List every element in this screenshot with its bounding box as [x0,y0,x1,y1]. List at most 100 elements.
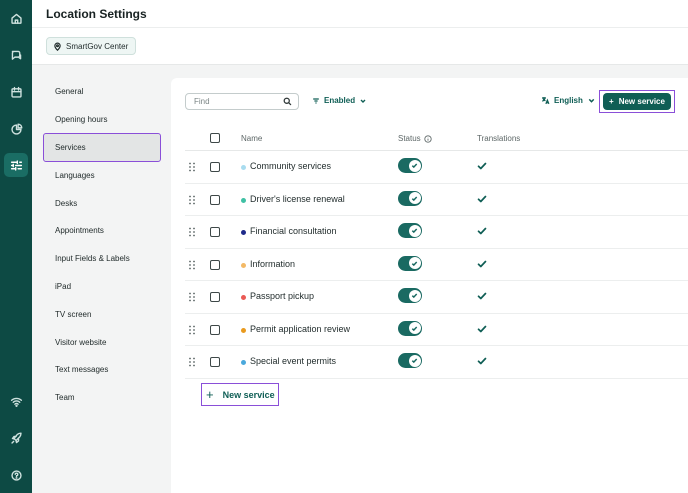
subnav-item-ipad[interactable]: iPad [44,273,160,301]
location-chip[interactable]: SmartGov Center [46,37,137,55]
service-name[interactable]: Driver's license renewal [250,194,345,204]
table-row[interactable]: Passport pickup [185,281,688,314]
toggle-knob [408,192,421,204]
map-pin-icon [54,42,61,51]
calendar-icon[interactable] [4,80,28,104]
check-icon [411,228,418,234]
toggle-knob [408,257,421,269]
search-input[interactable] [194,97,276,106]
row-checkbox[interactable] [210,357,220,367]
filter-icon [313,97,319,104]
subnav-item-appointments[interactable]: Appointments [44,217,160,245]
check-icon [411,293,418,299]
service-name[interactable]: Financial consultation [250,226,337,236]
status-toggle[interactable] [398,288,422,303]
wifi-icon[interactable] [4,389,28,413]
service-color-dot [241,360,246,365]
info-icon[interactable] [424,134,432,143]
language-label: English [554,96,583,105]
toggle-knob [408,289,421,302]
translation-check-icon [477,194,487,204]
subnav-item-services[interactable]: Services [43,132,161,163]
translation-check-icon [477,356,487,366]
drag-handle-icon[interactable] [188,162,196,172]
check-icon [411,326,418,331]
row-checkbox[interactable] [210,162,220,172]
drag-handle-icon[interactable] [188,357,196,367]
subnav-item-text-messages[interactable]: Text messages [44,356,160,384]
status-toggle[interactable] [398,320,422,336]
column-header-status-label: Status [398,134,421,143]
status-filter-dropdown[interactable]: Enabled [312,96,367,105]
table-row[interactable]: Information [185,249,688,281]
row-checkbox[interactable] [210,227,220,237]
drag-handle-icon[interactable] [188,227,196,237]
new-service-button[interactable]: + New service [603,93,671,110]
service-color-dot [241,262,246,268]
status-toggle[interactable] [398,190,422,206]
settings-subnav: General Opening hours Services Languages… [43,78,161,412]
table-header: Name Status Translations [185,129,688,151]
search-icon[interactable] [283,97,292,106]
service-color-dot [241,165,246,170]
check-icon [411,196,418,201]
service-name[interactable]: Information [250,259,295,269]
table-row[interactable]: Special event permits [185,346,688,379]
table-row[interactable]: Permit application review [185,314,688,346]
translate-icon [541,97,550,105]
services-panel: Enabled English + New service Name Statu… [171,78,688,493]
pie-chart-icon[interactable] [4,117,28,141]
chat-icon[interactable] [4,43,28,67]
drag-handle-icon[interactable] [188,292,196,302]
search-box[interactable] [185,93,299,110]
service-name[interactable]: Permit application review [250,324,350,334]
column-header-translations: Translations [477,134,521,143]
page-header: Location Settings SmartGov Center [32,0,688,65]
status-toggle[interactable] [398,158,422,173]
subnav-item-opening-hours[interactable]: Opening hours [44,106,160,134]
subnav-item-general[interactable]: General [44,78,160,106]
rocket-icon[interactable] [4,426,28,450]
status-toggle[interactable] [398,223,422,238]
language-dropdown[interactable]: English [541,96,596,105]
table-row[interactable]: Financial consultation [185,216,688,249]
select-all-checkbox[interactable] [210,133,220,143]
plus-icon: + [609,97,614,106]
subnav-item-desks[interactable]: Desks [44,189,160,217]
check-icon [411,261,418,266]
add-new-service-link[interactable]: + New service [201,383,279,406]
table-row[interactable]: Driver's license renewal [185,184,688,216]
subnav-item-team[interactable]: Team [44,384,160,412]
translation-check-icon [477,161,487,171]
row-checkbox[interactable] [210,259,220,270]
status-toggle[interactable] [398,353,422,368]
subnav-item-visitor-website[interactable]: Visitor website [44,328,160,356]
translation-check-icon [477,291,487,301]
column-header-status: Status [398,134,432,143]
column-header-name[interactable]: Name [241,134,262,143]
subnav-item-input-fields[interactable]: Input Fields & Labels [44,245,160,273]
service-name[interactable]: Passport pickup [250,291,314,301]
service-name[interactable]: Special event permits [250,356,336,366]
subnav-item-languages[interactable]: Languages [44,161,160,189]
row-checkbox[interactable] [210,324,220,335]
page-title: Location Settings [46,7,147,21]
service-name[interactable]: Community services [250,161,331,171]
service-color-dot [241,327,246,333]
drag-handle-icon[interactable] [188,325,196,335]
status-toggle[interactable] [398,255,422,271]
home-icon[interactable] [4,6,28,30]
toggle-knob [408,322,421,334]
help-icon[interactable] [4,463,28,487]
subnav-item-tv-screen[interactable]: TV screen [44,300,160,328]
drag-handle-icon[interactable] [188,195,196,205]
drag-handle-icon[interactable] [188,260,196,270]
translation-check-icon [477,226,487,236]
row-checkbox[interactable] [210,194,220,205]
row-checkbox[interactable] [210,292,220,302]
location-chip-label: SmartGov Center [66,41,129,51]
table-row[interactable]: Community services [185,151,688,184]
status-filter-label: Enabled [324,96,356,105]
add-new-service-label: New service [222,389,275,400]
sliders-icon[interactable] [4,153,28,177]
